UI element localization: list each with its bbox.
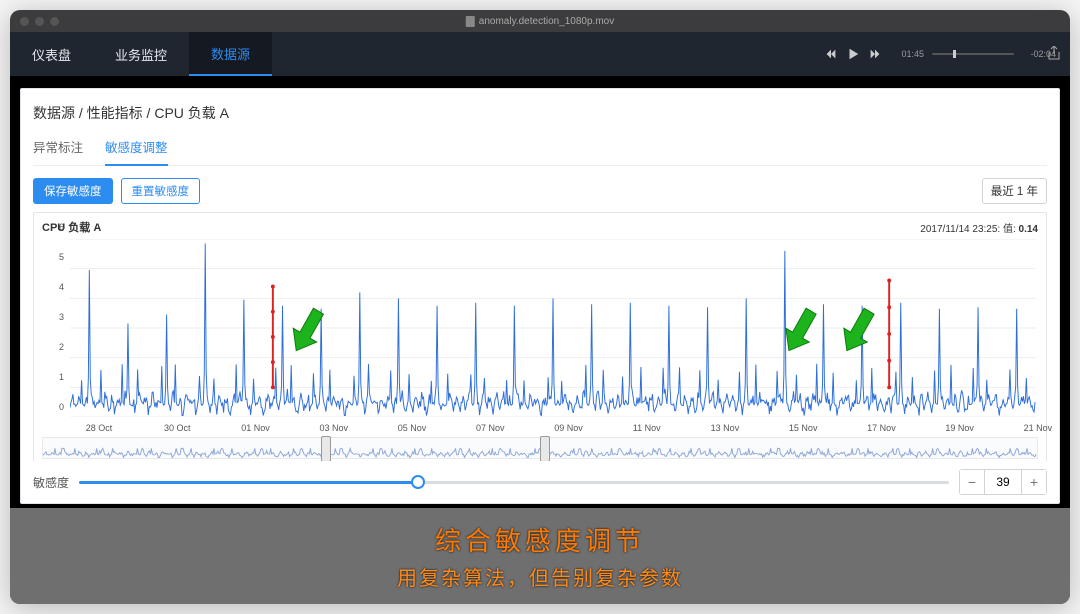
subtabs: 异常标注 敏感度调整 (33, 133, 1047, 166)
time-elapsed: 01:45 (890, 49, 924, 59)
video-controls: 01:45 -02:04 (810, 32, 1070, 76)
caption-line2: 用复杂算法，但告别复杂参数 (397, 562, 683, 591)
file-icon (466, 16, 475, 27)
toolbar: 保存敏感度 重置敏感度 最近 1 年 (33, 166, 1047, 212)
hover-value-label: 值 (1003, 224, 1013, 235)
sensitivity-label: 敏感度 (33, 474, 69, 491)
nav-data-source[interactable]: 数据源 (189, 32, 272, 76)
nav-biz-monitor[interactable]: 业务监控 (93, 32, 189, 76)
stepper-minus[interactable]: − (960, 470, 984, 494)
app-nav: 仪表盘 业务监控 数据源 (10, 32, 810, 76)
mac-titlebar: anomaly.detection_1080p.mov (10, 10, 1070, 32)
breadcrumb: 数据源 / 性能指标 / CPU 负载 A (33, 99, 1047, 133)
reset-button[interactable]: 重置敏感度 (121, 178, 201, 204)
sensitivity-row: 敏感度 − + (20, 461, 1060, 504)
sensitivity-slider[interactable] (79, 474, 949, 490)
tab-sensitivity[interactable]: 敏感度调整 (105, 133, 168, 166)
hover-time: 2017/11/14 23:25 (920, 224, 997, 235)
tab-anomaly-label[interactable]: 异常标注 (33, 133, 83, 165)
sensitivity-stepper: − + (959, 469, 1047, 495)
video-scrubber[interactable] (932, 53, 1014, 55)
close-icon[interactable] (20, 17, 29, 26)
caption-line1: 综合敏感度调节 (435, 521, 645, 558)
time-range-select[interactable]: 最近 1 年 (982, 178, 1047, 204)
overview-strip[interactable] (42, 437, 1038, 459)
traffic-lights[interactable] (20, 17, 59, 26)
chart-panel: CPU 负载 A 2017/11/14 23:25: 值: 0.14 01234… (33, 212, 1047, 464)
overview-handle-right[interactable] (540, 436, 550, 462)
player-window: anomaly.detection_1080p.mov 仪表盘 业务监控 数据源… (10, 10, 1070, 604)
nav-dashboard[interactable]: 仪表盘 (10, 32, 93, 76)
plot-area[interactable] (70, 239, 1036, 417)
caption-overlay: 综合敏感度调节 用复杂算法，但告别复杂参数 (10, 508, 1070, 604)
hover-value: 0.14 (1019, 224, 1038, 235)
forward-icon[interactable] (868, 47, 882, 61)
chart-hover-readout: 2017/11/14 23:25: 值: 0.14 (920, 220, 1038, 235)
x-axis: 28 Oct30 Oct01 Nov03 Nov05 Nov07 Nov09 N… (70, 419, 1036, 433)
y-axis: 0123456 (42, 237, 66, 417)
play-icon[interactable] (846, 47, 860, 61)
minimize-icon[interactable] (35, 17, 44, 26)
share-icon[interactable] (1048, 46, 1060, 63)
chart-body[interactable]: 0123456 28 Oct30 Oct01 Nov03 Nov05 Nov07… (42, 237, 1038, 433)
save-button[interactable]: 保存敏感度 (33, 178, 113, 204)
stepper-plus[interactable]: + (1022, 470, 1046, 494)
video-surface: 仪表盘 业务监控 数据源 01:45 -02:04 数据源 / 性能指标 / (10, 32, 1070, 604)
window-filename: anomaly.detection_1080p.mov (479, 16, 614, 27)
zoom-icon[interactable] (50, 17, 59, 26)
sensitivity-value[interactable] (984, 470, 1022, 494)
rewind-icon[interactable] (824, 47, 838, 61)
overview-handle-left[interactable] (321, 436, 331, 462)
content-card: 数据源 / 性能指标 / CPU 负载 A 异常标注 敏感度调整 保存敏感度 重… (20, 88, 1060, 472)
